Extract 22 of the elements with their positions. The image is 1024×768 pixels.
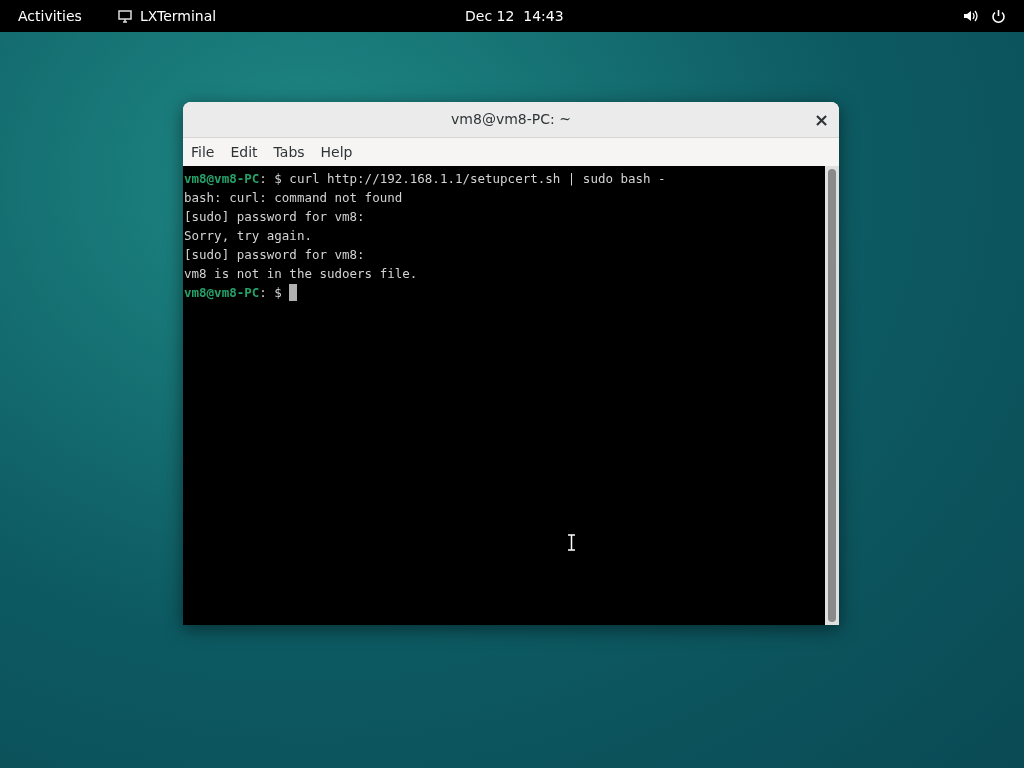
prompt-text: vm8@vm8-PC	[184, 170, 260, 188]
output-line: [sudo] password for vm8:	[184, 208, 366, 226]
text-cursor-icon	[567, 534, 576, 551]
menu-item[interactable]: Edit	[230, 141, 258, 163]
app-menu[interactable]: LXTerminal	[139, 5, 217, 27]
close-button[interactable]: ×	[813, 110, 829, 129]
power-icon[interactable]	[991, 8, 1006, 24]
output-line: vm8 is not in the sudoers file.	[184, 265, 419, 283]
menu-item[interactable]: File	[191, 141, 215, 163]
output-line: [sudo] password for vm8:	[184, 246, 366, 264]
monitor-icon	[117, 9, 132, 23]
command-text: : $	[259, 284, 283, 302]
window-title: vm8@vm8-PC: ~	[451, 110, 571, 129]
clock[interactable]: Dec 12 14:43	[465, 5, 564, 27]
output-line: bash: curl: command not found	[184, 189, 404, 207]
menu-item[interactable]: Tabs	[273, 141, 305, 163]
command-text: : $ curl http://192.168.1.1/setupcert.sh | sudo bash -	[259, 170, 666, 188]
output-line: Sorry, try again.	[184, 227, 313, 245]
activities-button[interactable]: Activities	[18, 5, 82, 27]
prompt-text: vm8@vm8-PC	[184, 284, 260, 302]
speaker-icon[interactable]	[963, 9, 979, 23]
menu-item[interactable]: Help	[320, 141, 353, 163]
